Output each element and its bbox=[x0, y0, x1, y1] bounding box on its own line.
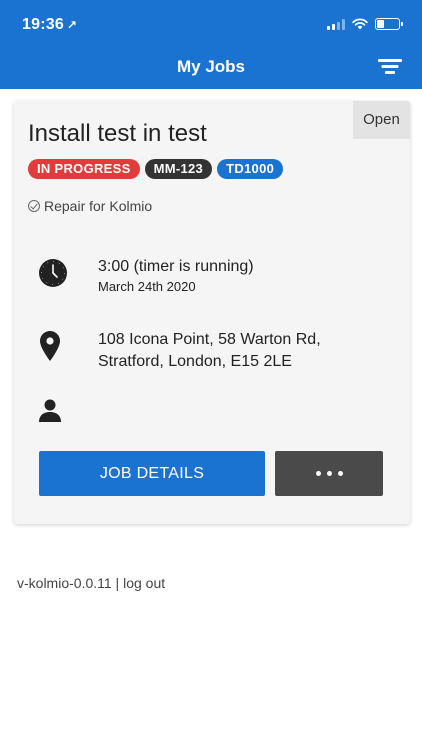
badge-row: IN PROGRESS MM-123 TD1000 bbox=[28, 159, 284, 179]
job-details-button[interactable]: JOB DETAILS bbox=[39, 451, 265, 496]
job-address: 108 Icona Point, 58 Warton Rd, Stratford… bbox=[98, 329, 348, 373]
signal-icon bbox=[327, 18, 345, 30]
filter-icon[interactable] bbox=[376, 56, 404, 78]
check-circle-icon bbox=[28, 200, 40, 212]
job-title: Install test in test bbox=[28, 120, 207, 147]
status-badge: IN PROGRESS bbox=[28, 159, 140, 179]
battery-icon bbox=[375, 18, 403, 30]
repair-for-label: Repair for Kolmio bbox=[44, 198, 153, 214]
address-line-2: Stratford, London, E15 2LE bbox=[98, 353, 292, 370]
version-text: v-kolmio-0.0.11 bbox=[17, 575, 112, 591]
person-icon bbox=[39, 399, 61, 422]
wifi-icon bbox=[352, 18, 368, 30]
more-dots-icon bbox=[315, 471, 321, 476]
app-header: 19:36 ↗ My Jobs bbox=[0, 0, 422, 89]
location-arrow-icon: ↗ bbox=[66, 18, 78, 32]
page-title: My Jobs bbox=[176, 57, 246, 76]
status-icons bbox=[327, 18, 403, 30]
logout-link[interactable]: log out bbox=[123, 575, 165, 591]
footer-separator: | bbox=[111, 575, 124, 591]
map-pin-icon bbox=[40, 331, 60, 361]
code-badge: TD1000 bbox=[217, 159, 284, 179]
job-card[interactable]: Open Install test in test IN PROGRESS MM… bbox=[14, 101, 410, 524]
status-time: 19:36 ↗ bbox=[22, 16, 77, 34]
footer: v-kolmio-0.0.11 | log out bbox=[17, 575, 165, 591]
clock-icon bbox=[39, 259, 67, 287]
status-bar: 19:36 ↗ bbox=[0, 0, 422, 50]
more-options-button[interactable] bbox=[275, 451, 383, 496]
timer-text: 3:00 (timer is running) bbox=[98, 258, 254, 275]
reference-badge: MM-123 bbox=[144, 159, 213, 179]
status-tag: Open bbox=[353, 101, 410, 139]
repair-line: Repair for Kolmio bbox=[28, 198, 152, 214]
address-line-1: 108 Icona Point, 58 Warton Rd, bbox=[98, 331, 321, 348]
job-date: March 24th 2020 bbox=[98, 279, 196, 294]
clock-text: 19:36 bbox=[22, 16, 64, 33]
